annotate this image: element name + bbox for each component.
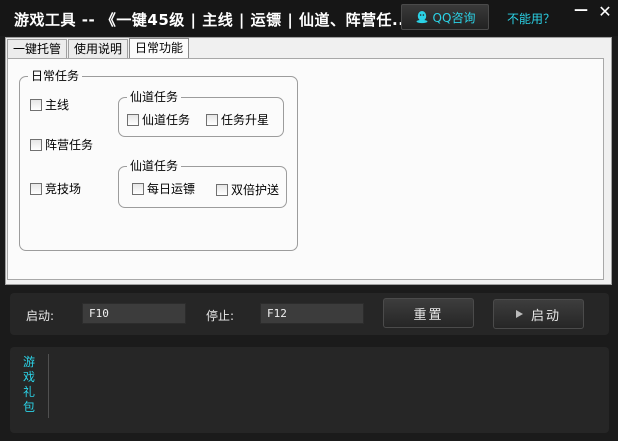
close-button[interactable]: ✕ bbox=[596, 3, 614, 21]
quest-upgrade-box[interactable] bbox=[206, 113, 218, 126]
daily-escort-label: 每日运镖 bbox=[147, 182, 196, 196]
qq-penguin-icon bbox=[416, 11, 428, 24]
xiandao-quest-checkbox[interactable]: 仙道任务 bbox=[127, 111, 190, 128]
double-escort-box[interactable] bbox=[216, 183, 228, 196]
stop-hotkey-label: 停止: bbox=[206, 309, 235, 323]
window-title: 游戏工具 -- 《一键45级 | 主线 | 运镖 | 仙道、阵营任... bbox=[14, 11, 411, 29]
start-button-label: 启动 bbox=[530, 308, 561, 324]
daily-escort-checkbox[interactable]: 每日运镖 bbox=[132, 180, 195, 197]
gift-panel: 游戏礼包 bbox=[10, 347, 609, 433]
main-panel: 一键托管 使用说明 日常功能 日常任务 主线 阵营任务 竞技场 仙道任务 仙道任… bbox=[5, 37, 612, 285]
tab-bar: 一键托管 使用说明 日常功能 bbox=[7, 38, 190, 60]
play-icon bbox=[515, 310, 523, 318]
qq-button-label: QQ咨询 bbox=[432, 10, 476, 25]
quest-upgrade-checkbox[interactable]: 任务升星 bbox=[206, 111, 269, 128]
reset-button-label: 重置 bbox=[413, 307, 444, 323]
main-line-checkbox[interactable]: 主线 bbox=[30, 96, 69, 113]
main-line-box[interactable] bbox=[30, 98, 42, 111]
tab-auto-manage[interactable]: 一键托管 bbox=[7, 39, 68, 59]
arena-checkbox[interactable]: 竞技场 bbox=[30, 180, 81, 197]
daily-quests-group-title: 日常任务 bbox=[28, 69, 83, 83]
game-gift-tab[interactable]: 游戏礼包 bbox=[22, 355, 36, 415]
double-escort-label: 双倍护送 bbox=[231, 183, 280, 197]
reset-button[interactable]: 重置 bbox=[383, 298, 474, 328]
faction-quest-box[interactable] bbox=[30, 138, 42, 151]
tab-instructions[interactable]: 使用说明 bbox=[68, 39, 129, 59]
faction-quest-checkbox[interactable]: 阵营任务 bbox=[30, 136, 93, 153]
xiandao-group-1-title: 仙道任务 bbox=[127, 90, 182, 104]
daily-escort-box[interactable] bbox=[132, 182, 144, 195]
main-line-label: 主线 bbox=[45, 98, 70, 112]
stop-hotkey-field[interactable]: F12 bbox=[260, 303, 364, 324]
daily-tab-content: 日常任务 主线 阵营任务 竞技场 仙道任务 仙道任务 任务升星 仙道任务 每日运… bbox=[7, 58, 604, 280]
tab-daily-functions[interactable]: 日常功能 bbox=[129, 38, 190, 60]
gift-divider bbox=[48, 354, 49, 418]
arena-box[interactable] bbox=[30, 182, 42, 195]
qq-consult-button[interactable]: QQ咨询 bbox=[401, 4, 489, 30]
minimize-button[interactable]: — bbox=[573, 3, 589, 20]
xiandao-quest-box[interactable] bbox=[127, 113, 139, 126]
control-bar: 启动: F10 停止: F12 重置 启动 bbox=[10, 293, 609, 335]
double-escort-checkbox[interactable]: 双倍护送 bbox=[216, 181, 279, 198]
quest-upgrade-label: 任务升星 bbox=[221, 113, 270, 127]
title-bar[interactable]: 游戏工具 -- 《一键45级 | 主线 | 运镖 | 仙道、阵营任... QQ咨… bbox=[0, 0, 618, 36]
start-hotkey-field[interactable]: F10 bbox=[82, 303, 186, 324]
faction-quest-label: 阵营任务 bbox=[45, 138, 94, 152]
xiandao-group-2-title: 仙道任务 bbox=[127, 159, 182, 173]
arena-label: 竞技场 bbox=[45, 182, 82, 196]
start-button[interactable]: 启动 bbox=[493, 299, 584, 329]
help-link[interactable]: 不能用？ bbox=[507, 10, 555, 27]
start-hotkey-label: 启动: bbox=[26, 309, 55, 323]
xiandao-quest-label: 仙道任务 bbox=[142, 113, 191, 127]
